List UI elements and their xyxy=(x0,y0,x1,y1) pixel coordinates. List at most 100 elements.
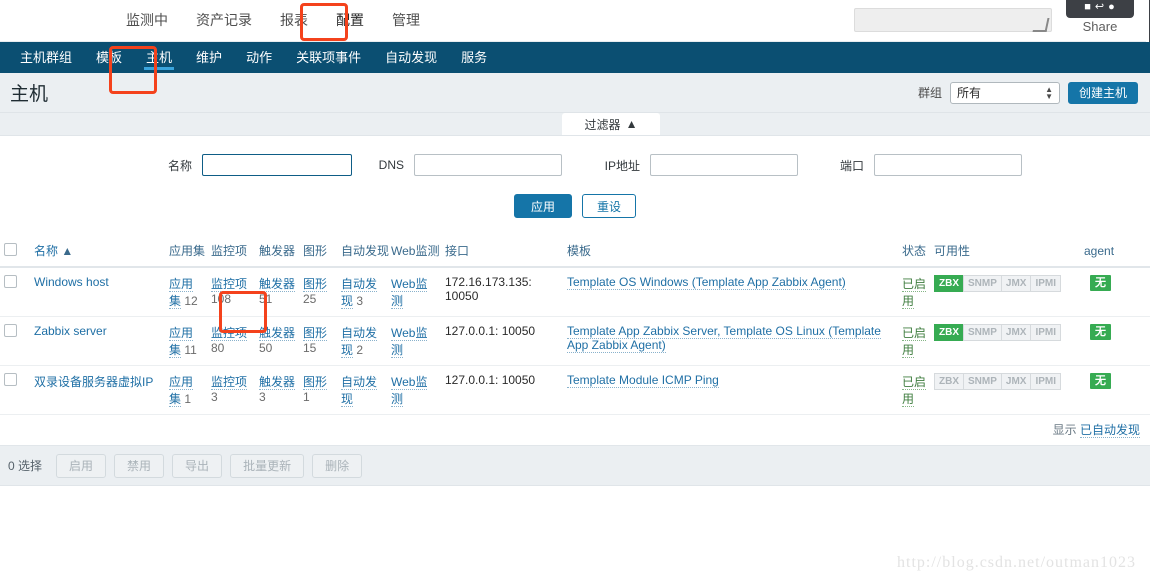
graphs-cell: 图形 15 xyxy=(299,316,337,366)
availability-badge-snmp[interactable]: SNMP xyxy=(963,275,1001,292)
row-checkbox[interactable] xyxy=(4,324,17,337)
create-host-button[interactable]: 创建主机 xyxy=(1067,81,1138,104)
interface-cell: 127.0.0.1: 10050 xyxy=(441,365,563,415)
interface-cell: 127.0.0.1: 10050 xyxy=(441,316,563,366)
filter-toggle-tab[interactable]: 过滤器 ▲ xyxy=(562,113,660,135)
graphs-link[interactable]: 图形 xyxy=(303,326,328,341)
top-nav-items: 监测中 资产记录 报表 配置 管理 xyxy=(112,0,434,50)
bulk-action-button-4[interactable]: 批量更新 xyxy=(230,453,305,478)
triggers-count: 51 xyxy=(259,292,273,306)
bookmark-icon: ■ xyxy=(1084,0,1092,13)
row-checkbox[interactable] xyxy=(4,275,17,288)
subnav-item-8[interactable]: 服务 xyxy=(449,42,499,73)
filter-fields-row: 名称 DNS IP地址 端口 xyxy=(0,150,1150,180)
subnav-item-7[interactable]: 自动发现 xyxy=(373,42,449,73)
agent-encryption-badge: 无 xyxy=(1090,373,1111,389)
page-header-controls: 群组 所有 ▲ ▼ 创建主机 xyxy=(918,81,1138,104)
subnav-item-label: 模板 xyxy=(96,50,123,65)
triggers-link[interactable]: 触发器 xyxy=(259,375,296,390)
items-link[interactable]: 监控项 xyxy=(211,326,248,341)
availability-badge-ipmi[interactable]: IPMI xyxy=(1030,275,1062,292)
web-cell: Web监测 xyxy=(387,365,441,415)
availability-badge-zbx[interactable]: ZBX xyxy=(934,373,963,390)
web-link[interactable]: Web监测 xyxy=(391,277,428,309)
graphs-cell: 图形 25 xyxy=(299,267,337,317)
filter-reset-button[interactable]: 重设 xyxy=(582,194,637,218)
select-all-checkbox[interactable] xyxy=(4,242,17,256)
bulk-action-button-2[interactable]: 禁用 xyxy=(114,453,165,478)
top-nav-item-2[interactable]: 资产记录 xyxy=(182,0,266,42)
graphs-count: 25 xyxy=(303,292,317,306)
header-items: 监控项 xyxy=(207,234,255,268)
global-search-input[interactable] xyxy=(854,8,1052,32)
subnav-item-6[interactable]: 关联项事件 xyxy=(284,42,373,73)
items-cell: 监控项 3 xyxy=(207,365,255,415)
filter-port-input[interactable] xyxy=(874,154,1022,176)
graphs-count: 1 xyxy=(303,390,310,404)
share-icons[interactable]: ■ ↩ ● xyxy=(1066,0,1134,18)
web-link[interactable]: Web监测 xyxy=(391,326,428,358)
host-name-link[interactable]: Windows host xyxy=(34,275,109,289)
discovery-cell: 自动发现 3 xyxy=(337,267,387,317)
templates-link[interactable]: Template OS Windows (Template App Zabbix… xyxy=(567,275,846,290)
subnav-item-1[interactable]: 主机群组 xyxy=(8,42,84,73)
filter-apply-button[interactable]: 应用 xyxy=(513,194,572,218)
top-nav-item-3[interactable]: 报表 xyxy=(266,0,322,42)
bulk-action-button-3[interactable]: 导出 xyxy=(172,453,223,478)
availability-badge-jmx[interactable]: JMX xyxy=(1000,324,1031,341)
hosts-table-container: 名称 ▲ 应用集 监控项 触发器 图形 自动发现 Web监测 接口 模板 状态 … xyxy=(0,234,1150,446)
subnav-item-2[interactable]: 模板 xyxy=(84,42,134,73)
page-title: 主机 xyxy=(10,84,49,105)
subnav-item-5[interactable]: 动作 xyxy=(234,42,284,73)
header-availability: 可用性 xyxy=(930,234,1080,268)
footnote-discovered-link[interactable]: 已自动发现 xyxy=(1079,423,1140,438)
top-nav-item-4[interactable]: 配置 xyxy=(322,0,378,50)
row-checkbox[interactable] xyxy=(4,373,17,386)
top-nav-item-label: 管理 xyxy=(392,11,420,28)
header-discovery: 自动发现 xyxy=(337,234,389,268)
agent-cell: 无 xyxy=(1080,267,1150,317)
availability-badge-snmp[interactable]: SNMP xyxy=(963,324,1001,341)
web-link[interactable]: Web监测 xyxy=(391,375,428,407)
availability-badge-ipmi[interactable]: IPMI xyxy=(1030,324,1062,341)
availability-badge-zbx[interactable]: ZBX xyxy=(934,275,963,292)
graphs-link[interactable]: 图形 xyxy=(303,375,328,390)
status-toggle[interactable]: 已启用 xyxy=(902,375,927,407)
status-toggle[interactable]: 已启用 xyxy=(902,326,927,358)
filter-ip-input[interactable] xyxy=(650,154,798,176)
header-interface: 接口 xyxy=(441,234,563,268)
subnav-item-3[interactable]: 主机 xyxy=(134,42,184,73)
share-widget[interactable]: ■ ↩ ● Share xyxy=(1066,0,1134,34)
filter-dns-input[interactable] xyxy=(414,154,562,176)
bulk-action-button-5[interactable]: 删除 xyxy=(312,453,363,478)
group-select[interactable]: 所有 ▲ ▼ xyxy=(949,81,1060,104)
bulk-action-button-1[interactable]: 启用 xyxy=(56,453,107,478)
items-link[interactable]: 监控项 xyxy=(211,375,248,390)
discovery-link[interactable]: 自动发现 xyxy=(341,375,378,407)
top-nav-item-1[interactable]: 监测中 xyxy=(112,0,182,42)
top-nav-item-label: 资产记录 xyxy=(196,11,252,28)
status-toggle[interactable]: 已启用 xyxy=(902,277,927,309)
templates-link[interactable]: Template App Zabbix Server, Template OS … xyxy=(567,324,881,353)
subnav-item-4[interactable]: 维护 xyxy=(184,42,234,73)
graphs-count: 15 xyxy=(303,341,317,355)
items-link[interactable]: 监控项 xyxy=(211,277,248,292)
host-name-link[interactable]: 双录设备服务器虚拟IP xyxy=(34,375,153,389)
availability-badge-zbx[interactable]: ZBX xyxy=(934,324,963,341)
host-name-link[interactable]: Zabbix server xyxy=(34,324,107,338)
triggers-count: 50 xyxy=(259,341,273,355)
availability-badge-jmx[interactable]: JMX xyxy=(1000,373,1031,390)
triggers-link[interactable]: 触发器 xyxy=(259,326,296,341)
templates-cell: Template OS Windows (Template App Zabbix… xyxy=(563,267,898,317)
filter-port-label: 端口 xyxy=(839,158,864,173)
triggers-link[interactable]: 触发器 xyxy=(259,277,296,292)
top-nav-item-5[interactable]: 管理 xyxy=(378,0,434,42)
graphs-link[interactable]: 图形 xyxy=(303,277,328,292)
header-name[interactable]: 名称 ▲ xyxy=(30,234,165,268)
templates-link[interactable]: Template Module ICMP Ping xyxy=(567,373,719,388)
filter-name-input[interactable] xyxy=(202,154,352,176)
availability-badge-ipmi[interactable]: IPMI xyxy=(1030,373,1062,390)
availability-badge-snmp[interactable]: SNMP xyxy=(963,373,1001,390)
header-status[interactable]: 状态 xyxy=(898,234,930,268)
availability-badge-jmx[interactable]: JMX xyxy=(1000,275,1031,292)
